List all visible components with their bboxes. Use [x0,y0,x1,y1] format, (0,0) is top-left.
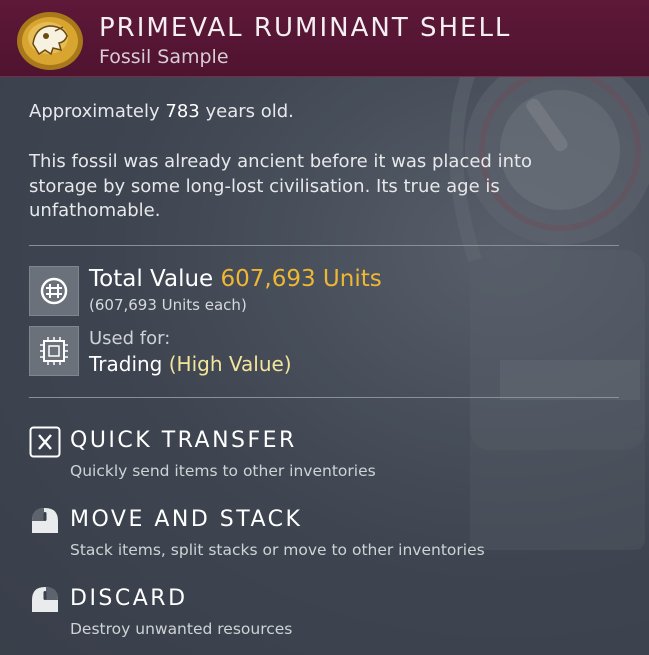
divider [29,397,619,398]
move-and-stack-title: MOVE AND STACK [70,507,303,532]
age-prefix: Approximately [29,101,160,122]
total-value: Total Value 607,693 Units [89,266,382,292]
mouse-left-click-icon [32,508,58,533]
divider [29,245,619,246]
item-title: PRIMEVAL RUMINANT SHELL [99,13,512,43]
used-for-value: Trading (High Value) [89,352,292,376]
units-currency-icon [29,266,79,316]
age-years: 783 [165,101,200,122]
item-age: Approximately 783 years old. [29,101,294,122]
quick-transfer-description: Quickly send items to other inventories [70,462,376,480]
x-key-icon [29,426,61,458]
unit-value: (607,693 Units each) [89,296,247,314]
quick-transfer-title: QUICK TRANSFER [70,428,297,453]
trade-chip-icon [29,326,79,376]
age-suffix: years old. [205,101,294,122]
move-and-stack-action[interactable]: MOVE AND STACK Stack items, split stacks… [29,505,619,565]
usage-qualifier: (High Value) [168,352,292,376]
mouse-right-click-icon [32,587,58,612]
item-header: PRIMEVAL RUMINANT SHELL Fossil Sample [0,0,649,77]
move-and-stack-description: Stack items, split stacks or move to oth… [70,541,485,559]
total-value-label: Total Value [89,266,214,292]
discard-title: DISCARD [70,586,188,611]
discard-action[interactable]: DISCARD Destroy unwanted resources [29,584,619,644]
used-for-label: Used for: [89,328,171,349]
usage-purpose: Trading [89,352,163,376]
item-category: Fossil Sample [99,46,229,68]
fossil-skull-icon [17,12,83,70]
total-value-amount: 607,693 Units [220,266,382,292]
item-description: This fossil was already ancient before i… [29,151,533,221]
quick-transfer-action[interactable]: QUICK TRANSFER Quickly send items to oth… [29,426,619,486]
discard-description: Destroy unwanted resources [70,620,293,638]
